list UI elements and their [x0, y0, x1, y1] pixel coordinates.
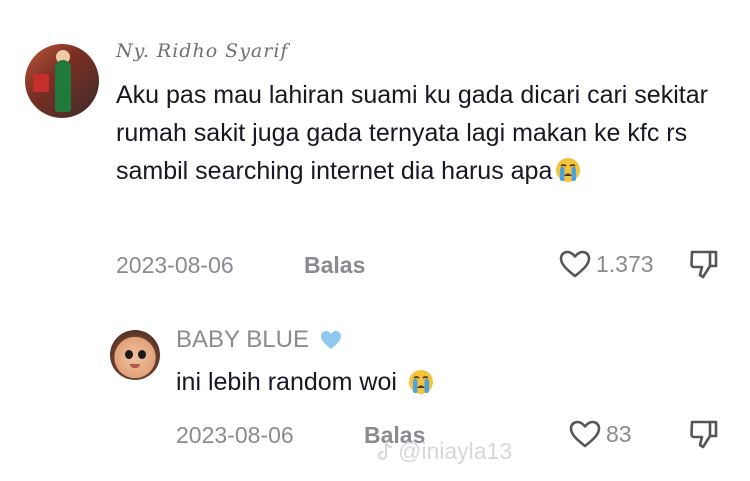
avatar[interactable]: [110, 330, 160, 380]
comment-username[interactable]: Ny. Ridho Syarif: [116, 40, 288, 62]
tiktok-logo-icon: [377, 441, 393, 460]
thumbs-down-icon[interactable]: [688, 248, 720, 280]
watermark: @iniayla13: [376, 438, 512, 465]
like-button[interactable]: 1.373: [558, 248, 654, 280]
reply-text: ini lebih random woi: [176, 363, 676, 401]
watermark-text: @iniayla13: [398, 438, 513, 464]
reply-username-text: BABY BLUE: [176, 326, 309, 353]
avatar[interactable]: [25, 44, 99, 118]
reply-button[interactable]: Balas: [304, 252, 365, 279]
reply-text-body: ini lebih random woi: [176, 368, 397, 396]
comment-text: Aku pas mau lahiran suami ku gada dicari…: [116, 76, 726, 190]
loudly-crying-face-icon: [556, 158, 581, 182]
blue-heart-icon: [320, 331, 341, 349]
comment-text-body: Aku pas mau lahiran suami ku gada dicari…: [116, 81, 708, 185]
comment-date: 2023-08-06: [116, 252, 234, 278]
like-count: 1.373: [596, 250, 654, 277]
like-button[interactable]: 83: [568, 418, 632, 450]
heart-outline-icon: [569, 420, 601, 448]
heart-outline-icon: [559, 250, 591, 278]
reply-date: 2023-08-06: [176, 422, 294, 448]
thumbs-down-icon[interactable]: [688, 418, 720, 450]
loudly-crying-face-icon: [408, 370, 433, 394]
like-count: 83: [606, 420, 632, 447]
reply-username[interactable]: BABY BLUE: [176, 326, 343, 354]
